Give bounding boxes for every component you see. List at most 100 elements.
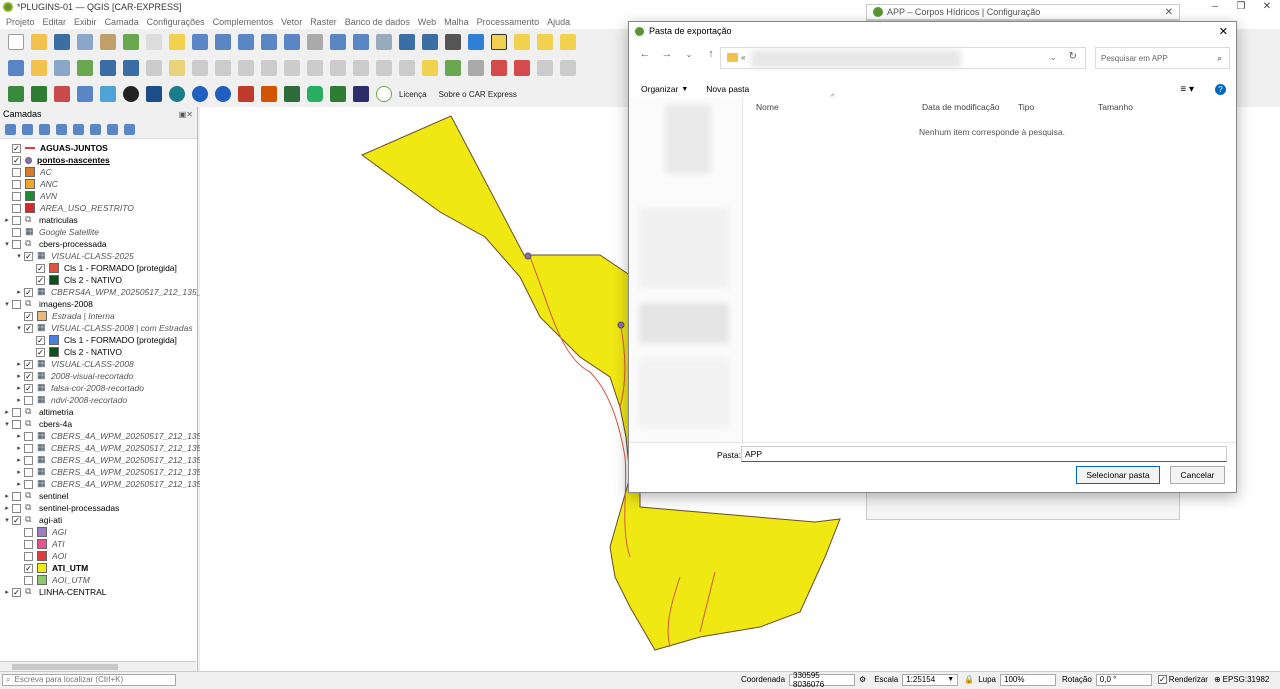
filter-legend-icon[interactable] <box>56 124 67 135</box>
menu-configuracoes[interactable]: Configurações <box>147 17 205 27</box>
pan-icon[interactable] <box>146 34 162 50</box>
expand-arrow-icon[interactable]: ▸ <box>14 360 24 368</box>
menu-vetor[interactable]: Vetor <box>281 17 302 27</box>
layer-visibility-checkbox[interactable] <box>12 299 21 309</box>
undo-icon[interactable] <box>376 60 392 76</box>
layout-manager-icon[interactable] <box>100 34 116 50</box>
layers-horizontal-scrollbar[interactable] <box>0 661 196 671</box>
layer-row[interactable]: AOI <box>0 550 67 562</box>
expand-arrow-icon[interactable]: ▸ <box>14 384 24 392</box>
collapse-all-icon[interactable] <box>107 124 118 135</box>
collapse-arrow-icon[interactable]: ▾ <box>2 300 12 308</box>
dialog-navigation-pane[interactable] <box>629 98 741 444</box>
layer-visibility-checkbox[interactable]: ✓ <box>12 155 21 165</box>
layer-visibility-checkbox[interactable] <box>12 167 21 177</box>
lock-icon[interactable]: 🔒 <box>964 675 974 684</box>
layer-row[interactable]: AOI_UTM <box>0 574 90 586</box>
refresh-icon[interactable]: ↻ <box>1069 51 1077 62</box>
temporal-controller-icon[interactable] <box>445 34 461 50</box>
panel-float-close-icon[interactable]: ▣✕ <box>179 110 193 119</box>
scale-field[interactable]: 1:25154 ▼ <box>902 673 959 686</box>
select-folder-button[interactable]: Selecionar pasta <box>1076 466 1160 484</box>
layer-row[interactable]: ▸ ⧉ sentinel-processadas <box>0 502 119 514</box>
expand-arrow-icon[interactable]: ▸ <box>14 432 24 440</box>
plugin-map-icon[interactable] <box>215 86 231 102</box>
manage-themes-icon[interactable] <box>39 124 50 135</box>
plugin-search-icon[interactable] <box>192 86 208 102</box>
menu-projeto[interactable]: Projeto <box>6 17 35 27</box>
plugin-chart-icon[interactable] <box>353 86 369 102</box>
layer-row[interactable]: ✓ ATI_UTM <box>0 562 88 574</box>
layer-row[interactable]: ✓ Cls 2 - NATIVO <box>0 346 122 358</box>
layer-visibility-checkbox[interactable] <box>12 215 21 225</box>
folder-field[interactable]: APP <box>741 446 1227 462</box>
organize-menu[interactable]: Organizar <box>641 84 678 94</box>
collapse-arrow-icon[interactable]: ▾ <box>2 240 12 248</box>
layer-visibility-checkbox[interactable]: ✓ <box>36 275 45 285</box>
zoom-full-icon[interactable] <box>238 34 254 50</box>
collapse-arrow-icon[interactable]: ▾ <box>2 516 12 524</box>
layer-row[interactable]: AREA_USO_RESTRITO <box>0 202 134 214</box>
preview-label-icon[interactable] <box>491 60 507 76</box>
edits-icon[interactable] <box>146 60 162 76</box>
expand-arrow-icon[interactable]: ▸ <box>14 396 24 404</box>
pan-to-selection-icon[interactable] <box>169 34 185 50</box>
layer-row[interactable]: ✓ AGUAS-JUNTOS <box>0 142 108 154</box>
open-project-icon[interactable] <box>31 34 47 50</box>
layer-row[interactable]: ▸ ▦ CBERS_4A_WPM_20250517_212_135_ <box>0 454 206 466</box>
expand-arrow-icon[interactable]: ▸ <box>2 588 12 596</box>
collapse-arrow-icon[interactable]: ▾ <box>2 420 12 428</box>
layer-visibility-checkbox[interactable]: ✓ <box>24 287 33 297</box>
collapse-arrow-icon[interactable]: ▾ <box>14 324 24 332</box>
plugin-flame-icon[interactable] <box>261 86 277 102</box>
menu-ajuda[interactable]: Ajuda <box>547 17 570 27</box>
layer-row[interactable]: ▸ ✓ ▦ CBERS4A_WPM_20250517_212_135_l <box>0 286 203 298</box>
expand-arrow-icon[interactable]: ▸ <box>2 408 12 416</box>
plugin-gear-icon[interactable] <box>77 86 93 102</box>
menu-raster[interactable]: Raster <box>310 17 337 27</box>
plugin-circle-icon[interactable] <box>376 86 392 102</box>
delete-selected-icon[interactable] <box>284 60 300 76</box>
nascente-point[interactable] <box>524 252 532 260</box>
dialog-close-icon[interactable]: ✕ <box>1219 25 1228 38</box>
search-input[interactable]: Pesquisar em APP ⌕ <box>1095 47 1230 69</box>
layer-row[interactable]: ▸ ⧉ sentinel <box>0 490 68 502</box>
new-layer-icon[interactable] <box>31 60 47 76</box>
add-mesh-icon[interactable] <box>100 60 116 76</box>
plugin-book-icon[interactable] <box>54 86 70 102</box>
plugin-satellite-icon[interactable] <box>146 86 162 102</box>
layer-visibility-checkbox[interactable] <box>24 395 33 405</box>
layer-row[interactable]: ▾ ✓ ⧉ agi-ati <box>0 514 62 526</box>
maximize-icon[interactable]: ❐ <box>1228 0 1254 14</box>
vertex-tool-icon[interactable] <box>238 60 254 76</box>
layer-row[interactable]: ✓ Cls 1 - FORMADO [protegida] <box>0 262 177 274</box>
layer-visibility-checkbox[interactable] <box>24 539 33 549</box>
add-vector-icon[interactable] <box>54 60 70 76</box>
style-layer-icon[interactable] <box>5 124 16 135</box>
expand-arrow-icon[interactable]: ▸ <box>14 456 24 464</box>
close-icon[interactable]: ✕ <box>1254 0 1280 14</box>
zoom-in-icon[interactable] <box>192 34 208 50</box>
layer-visibility-checkbox[interactable]: ✓ <box>12 587 21 597</box>
layer-row[interactable]: ▸ ✓ ▦ 2008-visual-recortado <box>0 370 133 382</box>
expand-arrow-icon[interactable]: ▸ <box>14 480 24 488</box>
recent-chevron-icon[interactable]: ⌄ <box>681 50 697 59</box>
menu-web[interactable]: Web <box>418 17 436 27</box>
layer-row[interactable]: ▸ ▦ CBERS_4A_WPM_20250517_212_135_ <box>0 478 206 490</box>
layer-row[interactable]: ▾ ✓ ▦ VISUAL-CLASS-2008 | com Estradas <box>0 322 192 334</box>
layer-row[interactable]: ▸ ▦ CBERS_4A_WPM_20250517_212_135_ <box>0 466 206 478</box>
label-tool-icon[interactable] <box>422 60 438 76</box>
deselect-icon[interactable] <box>537 34 553 50</box>
magnifier-field[interactable]: 100% <box>1000 673 1056 686</box>
identify-icon[interactable] <box>560 34 576 50</box>
back-arrow-icon[interactable]: ← <box>637 48 653 60</box>
zoom-selection-icon[interactable] <box>261 34 277 50</box>
layer-row[interactable]: ▾ ⧉ imagens-2008 <box>0 298 93 310</box>
layer-visibility-checkbox[interactable] <box>12 503 21 513</box>
layer-visibility-checkbox[interactable]: ✓ <box>24 359 33 369</box>
move-label-icon[interactable] <box>514 60 530 76</box>
sobre-car-link[interactable]: Sobre o CAR Express <box>439 90 517 99</box>
scrollbar-thumb[interactable] <box>12 664 118 670</box>
layer-visibility-checkbox[interactable] <box>24 455 33 465</box>
render-checkbox[interactable]: ✓ <box>1157 675 1167 684</box>
